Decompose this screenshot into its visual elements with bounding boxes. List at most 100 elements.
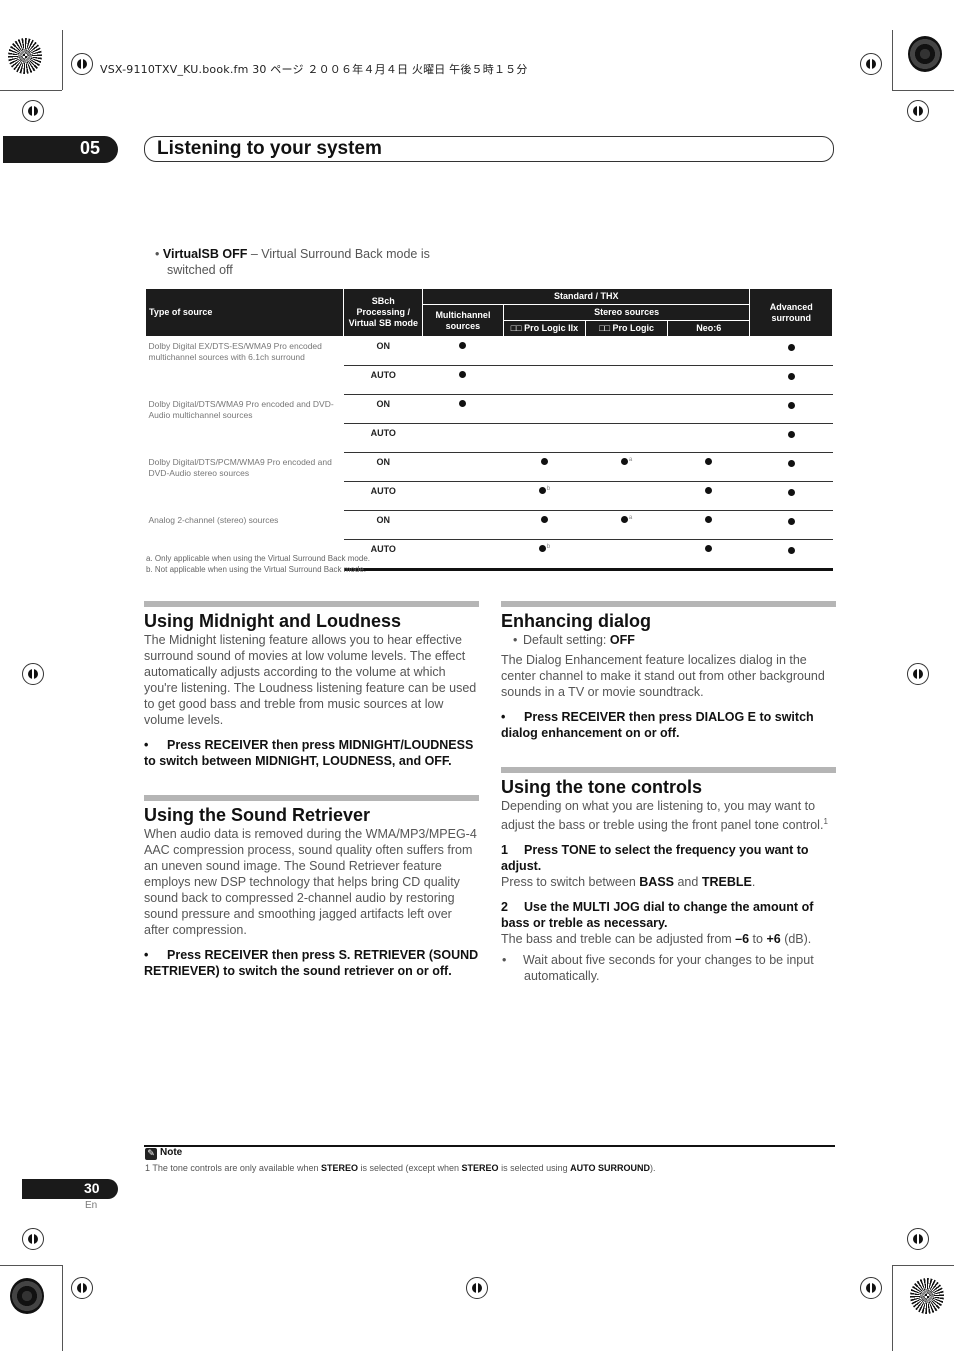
cell-pl2x <box>503 365 586 395</box>
cell-pl <box>585 423 668 453</box>
cell-pl2x: b <box>503 539 586 571</box>
cell-neo6 <box>667 452 750 482</box>
registration-starburst-icon <box>910 1278 944 1314</box>
cell-multi <box>422 481 504 511</box>
section-sound-retriever: Using the Sound Retriever When audio dat… <box>144 795 479 979</box>
header-multichannel: Multichannel sources <box>422 304 504 337</box>
section-bar <box>144 795 479 801</box>
supported-dot-icon <box>540 516 548 523</box>
section-instruction: • Press RECEIVER then press S. RETRIEVER … <box>144 948 479 978</box>
file-info: VSX-9110TXV_KU.book.fm 30 ページ ２００６年４月４日 … <box>100 63 528 76</box>
page-language: En <box>85 1200 98 1211</box>
header-type-of-source: Type of source <box>144 288 345 337</box>
crop-mark <box>62 1265 63 1351</box>
registration-mark-icon <box>22 1228 44 1250</box>
note-title: Note <box>160 1147 183 1158</box>
cell-pl <box>585 336 668 366</box>
section-title: Using the Sound Retriever <box>144 805 371 825</box>
registration-mark-icon <box>22 100 44 122</box>
step-2-sub-bullet: • Wait about five seconds for your change… <box>502 953 814 984</box>
registration-starburst-icon <box>908 36 942 72</box>
section-instruction: • Press RECEIVER then press DIALOG E to s… <box>501 710 814 740</box>
supported-dot-icon <box>705 487 713 494</box>
cell-pl2x <box>503 423 586 453</box>
table-footnote-b: b. Not applicable when using the Virtual… <box>146 565 366 574</box>
section-title: Enhancing dialog <box>501 611 652 631</box>
cell-neo6 <box>667 394 750 424</box>
registration-mark-icon <box>907 1228 929 1250</box>
cell-multi <box>422 539 504 571</box>
cell-adv <box>749 481 833 511</box>
supported-dot-icon <box>787 431 795 438</box>
sb-mode-cell: ON <box>343 510 423 540</box>
cell-neo6 <box>667 365 750 395</box>
header-advanced-surround: Advanced surround <box>749 288 833 337</box>
registration-mark-icon <box>907 663 929 685</box>
cell-pl2x <box>503 394 586 424</box>
cell-pl: a <box>585 510 668 540</box>
registration-mark-icon <box>466 1277 488 1299</box>
page-number-tab <box>22 1179 118 1199</box>
registration-mark-icon <box>860 53 882 75</box>
cell-adv <box>749 423 833 453</box>
section-body: The Dialog Enhancement feature localizes… <box>501 653 825 699</box>
cell-neo6 <box>667 510 750 540</box>
cell-adv <box>749 452 833 482</box>
cell-adv <box>749 336 833 366</box>
sb-mode-cell: ON <box>343 336 423 366</box>
table-footnotes: a. Only applicable when using the Virtua… <box>146 553 370 575</box>
registration-starburst-icon <box>8 38 42 74</box>
section-body: Depending on what you are listening to, … <box>501 799 828 833</box>
table-row: Dolby Digital/DTS/WMA9 Pro encoded and D… <box>146 394 833 424</box>
header-pro-logic-iix: □□ Pro Logic IIx <box>502 320 587 337</box>
supported-dot-icon <box>538 545 546 552</box>
cell-neo6 <box>667 336 750 366</box>
step-1: 1 Press TONE to select the frequency you … <box>501 843 809 874</box>
cell-pl <box>585 365 668 395</box>
supported-dot-icon <box>538 487 546 494</box>
sb-mode-cell: AUTO <box>343 365 423 395</box>
source-type-cell: Dolby Digital/DTS/WMA9 Pro encoded and D… <box>148 398 334 420</box>
step-2-detail: The bass and treble can be adjusted from… <box>501 932 812 947</box>
cell-pl: a <box>585 452 668 482</box>
cell-pl <box>585 481 668 511</box>
chapter-number: 05 <box>80 138 101 158</box>
footnote-marker: b <box>546 544 551 550</box>
supported-dot-icon <box>787 489 795 496</box>
footnote-marker: a <box>628 515 633 521</box>
cell-neo6 <box>667 423 750 453</box>
supported-dot-icon <box>459 371 467 378</box>
cell-neo6 <box>667 539 750 571</box>
supported-dot-icon <box>620 458 628 465</box>
cell-adv <box>749 365 833 395</box>
cell-multi <box>422 452 504 482</box>
cell-pl2x <box>503 452 586 482</box>
cell-multi <box>422 423 504 453</box>
sb-mode-cell: ON <box>343 394 423 424</box>
cell-multi <box>422 394 504 424</box>
intro-bullet-bold: VirtualSB OFF <box>162 247 248 261</box>
section-body: The Midnight listening feature allows yo… <box>144 633 477 727</box>
crop-mark <box>892 30 893 90</box>
section-midnight-loudness: Using Midnight and Loudness The Midnight… <box>144 601 479 769</box>
registration-mark-icon <box>860 1277 882 1299</box>
footnote-marker: a <box>628 457 633 463</box>
supported-dot-icon <box>787 373 795 380</box>
crop-mark <box>0 90 62 91</box>
crop-mark <box>892 90 954 91</box>
supported-dot-icon <box>705 458 713 465</box>
registration-starburst-icon <box>10 1278 44 1314</box>
supported-dot-icon <box>459 342 467 349</box>
supported-dot-icon <box>787 344 795 351</box>
registration-mark-icon <box>907 100 929 122</box>
header-neo6: Neo:6 <box>667 320 751 337</box>
header-pro-logic: □□ Pro Logic <box>584 320 669 337</box>
crop-mark <box>892 1265 954 1266</box>
footnote-marker: b <box>546 486 551 492</box>
registration-mark-icon <box>22 663 44 685</box>
crop-mark <box>892 1265 893 1351</box>
source-type-cell: Dolby Digital EX/DTS-ES/WMA9 Pro encoded… <box>148 341 322 362</box>
cell-neo6 <box>667 481 750 511</box>
note-text: 1 The tone controls are only available w… <box>145 1163 656 1173</box>
sb-mode-cell: ON <box>343 452 423 482</box>
